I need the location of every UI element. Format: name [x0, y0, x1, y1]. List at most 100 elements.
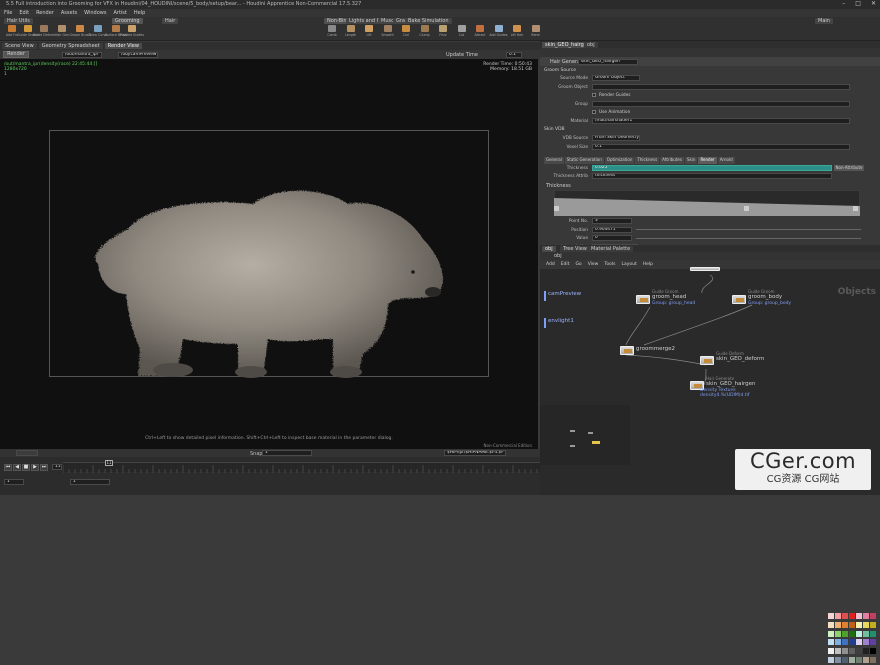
shelf-tab-hair[interactable]: Hair: [162, 18, 179, 24]
shelf-tool-draw-curve[interactable]: Draw Curve: [89, 25, 107, 40]
shelf-tab-hair-utils[interactable]: Hair Utils: [4, 18, 33, 24]
menu-windows[interactable]: Windows: [84, 10, 106, 16]
palette-swatch[interactable]: [870, 648, 876, 655]
step-back-icon[interactable]: ◀: [13, 464, 21, 471]
parm-field[interactable]: /mat/hairshader1: [592, 117, 850, 124]
menu-edit[interactable]: Edit: [19, 10, 29, 16]
node-skin-geo-deform[interactable]: [700, 356, 714, 365]
jump-end-icon[interactable]: ⏭: [40, 464, 48, 471]
shelf-tool-lift[interactable]: Lift: [361, 25, 377, 40]
shelf-tool-cut[interactable]: Cut: [454, 25, 470, 40]
palette-swatch[interactable]: [842, 630, 848, 637]
parm-field[interactable]: [592, 100, 850, 107]
palette-swatch[interactable]: [828, 613, 834, 619]
menu-file[interactable]: File: [4, 10, 12, 16]
stop-icon[interactable]: ■: [22, 464, 30, 471]
parm-checkbox[interactable]: [592, 93, 596, 97]
subtab-render[interactable]: Render: [698, 157, 717, 164]
menu-artist[interactable]: Artist: [113, 10, 126, 16]
timeline-ruler[interactable]: 11: [62, 460, 540, 473]
shelf-tool-clump[interactable]: Clump: [417, 25, 433, 40]
output-path-field[interactable]: $HIP/ipr/$HIPNAME.$F4.$F: [444, 450, 506, 456]
jump-start-icon[interactable]: ⏮: [4, 464, 12, 471]
palette-swatch[interactable]: [849, 613, 855, 619]
palette-swatch[interactable]: [828, 639, 834, 646]
vdb-field[interactable]: From Skin Geometry: [592, 135, 640, 141]
palette-swatch[interactable]: [863, 648, 869, 655]
palette-swatch[interactable]: [849, 630, 855, 637]
palette-swatch[interactable]: [828, 630, 834, 637]
node-upstream[interactable]: [690, 267, 720, 271]
ramp-slider-track[interactable]: [636, 237, 861, 239]
timeline-mode-field[interactable]: [16, 450, 38, 456]
minimize-icon[interactable]: –: [842, 0, 845, 9]
thickness-slider[interactable]: 0.025: [592, 165, 832, 171]
palette-swatch[interactable]: [870, 621, 876, 628]
shelf-tool-comb[interactable]: Comb: [324, 25, 340, 40]
tab-render-view[interactable]: Render View: [104, 43, 142, 49]
subtab-attributes[interactable]: Attributes: [660, 157, 684, 164]
palette-swatch[interactable]: [849, 657, 855, 664]
palette-swatch[interactable]: [835, 657, 841, 664]
shelf-tool-attract[interactable]: Attract: [472, 25, 488, 40]
palette-swatch[interactable]: [828, 648, 834, 655]
end-frame-field[interactable]: 1: [70, 479, 110, 485]
close-icon[interactable]: ✕: [871, 0, 876, 9]
thickness-attrib-field[interactable]: thickness: [592, 173, 832, 179]
palette-swatch[interactable]: [842, 657, 848, 664]
palette-swatch[interactable]: [870, 657, 876, 664]
palette-swatch[interactable]: [842, 621, 848, 628]
ramp-parm-field[interactable]: 0: [592, 235, 632, 241]
color-palette[interactable]: [828, 613, 879, 665]
subtab-arnold[interactable]: Arnold: [717, 157, 735, 164]
palette-swatch[interactable]: [828, 657, 834, 664]
palette-swatch[interactable]: [863, 630, 869, 637]
node-name-field[interactable]: skin_GEO_hairgen: [578, 58, 638, 65]
tab-geometry-spreadsheet[interactable]: Geometry Spreadsheet: [38, 43, 103, 49]
subtab-optimization[interactable]: Optimization: [604, 157, 635, 164]
network-minimap[interactable]: [540, 405, 630, 465]
render-path-field[interactable]: /out/mantra_ipr: [62, 51, 102, 58]
shelf-tab-grooming[interactable]: Grooming: [112, 18, 143, 24]
object-node-campreview[interactable]: [544, 291, 546, 301]
palette-swatch[interactable]: [870, 630, 876, 637]
palette-swatch[interactable]: [856, 657, 862, 664]
subtab-static-generation[interactable]: Static Generation: [564, 157, 604, 164]
palette-swatch[interactable]: [835, 648, 841, 655]
palette-swatch[interactable]: [849, 648, 855, 655]
menu-assets[interactable]: Assets: [61, 10, 77, 16]
palette-swatch[interactable]: [870, 613, 876, 619]
parm-checkbox[interactable]: [592, 110, 596, 114]
menu-render[interactable]: Render: [36, 10, 54, 16]
ramp-parm-field[interactable]: 3: [592, 218, 632, 224]
snap-field[interactable]: 0.1: [506, 51, 522, 58]
update-time-label[interactable]: Update Time: [446, 52, 478, 58]
thickness-ramp[interactable]: [554, 190, 860, 216]
shelf-tool-guide-deform[interactable]: Guide Deform: [33, 25, 55, 40]
palette-swatch[interactable]: [863, 639, 869, 646]
node-groommerge2[interactable]: [620, 346, 634, 355]
palette-swatch[interactable]: [842, 639, 848, 646]
palette-swatch[interactable]: [863, 613, 869, 619]
palette-swatch[interactable]: [835, 639, 841, 646]
node-groom-head[interactable]: [636, 295, 650, 304]
palette-swatch[interactable]: [856, 648, 862, 655]
playhead[interactable]: 11: [105, 460, 113, 466]
palette-swatch[interactable]: [835, 630, 841, 637]
shelf-tab-bake-simulation[interactable]: Bake Simulation: [405, 18, 452, 24]
parm-field[interactable]: [592, 83, 850, 90]
maximize-icon[interactable]: □: [855, 0, 861, 9]
shelf-tab-main[interactable]: Main: [815, 18, 833, 24]
subtab-skin[interactable]: Skin: [684, 157, 698, 164]
shelf-tool-bend[interactable]: Bend: [528, 25, 544, 40]
shelf-tool-planted-guides[interactable]: Planted Guides: [120, 25, 144, 40]
render-viewport[interactable]: /out/mantra_ipr(density(race) 22:45:44:[…: [0, 59, 538, 449]
ramp-slider-track[interactable]: [636, 229, 861, 230]
palette-swatch[interactable]: [849, 639, 855, 646]
non-attribute-button[interactable]: Non-Attribute: [834, 165, 864, 171]
palette-swatch[interactable]: [842, 648, 848, 655]
palette-swatch[interactable]: [856, 613, 862, 619]
ramp-parm-field[interactable]: 0.904471: [592, 226, 632, 233]
object-node-envlight1[interactable]: [544, 318, 546, 328]
shelf-tool-hair-gen[interactable]: Hair Gen: [54, 25, 70, 40]
